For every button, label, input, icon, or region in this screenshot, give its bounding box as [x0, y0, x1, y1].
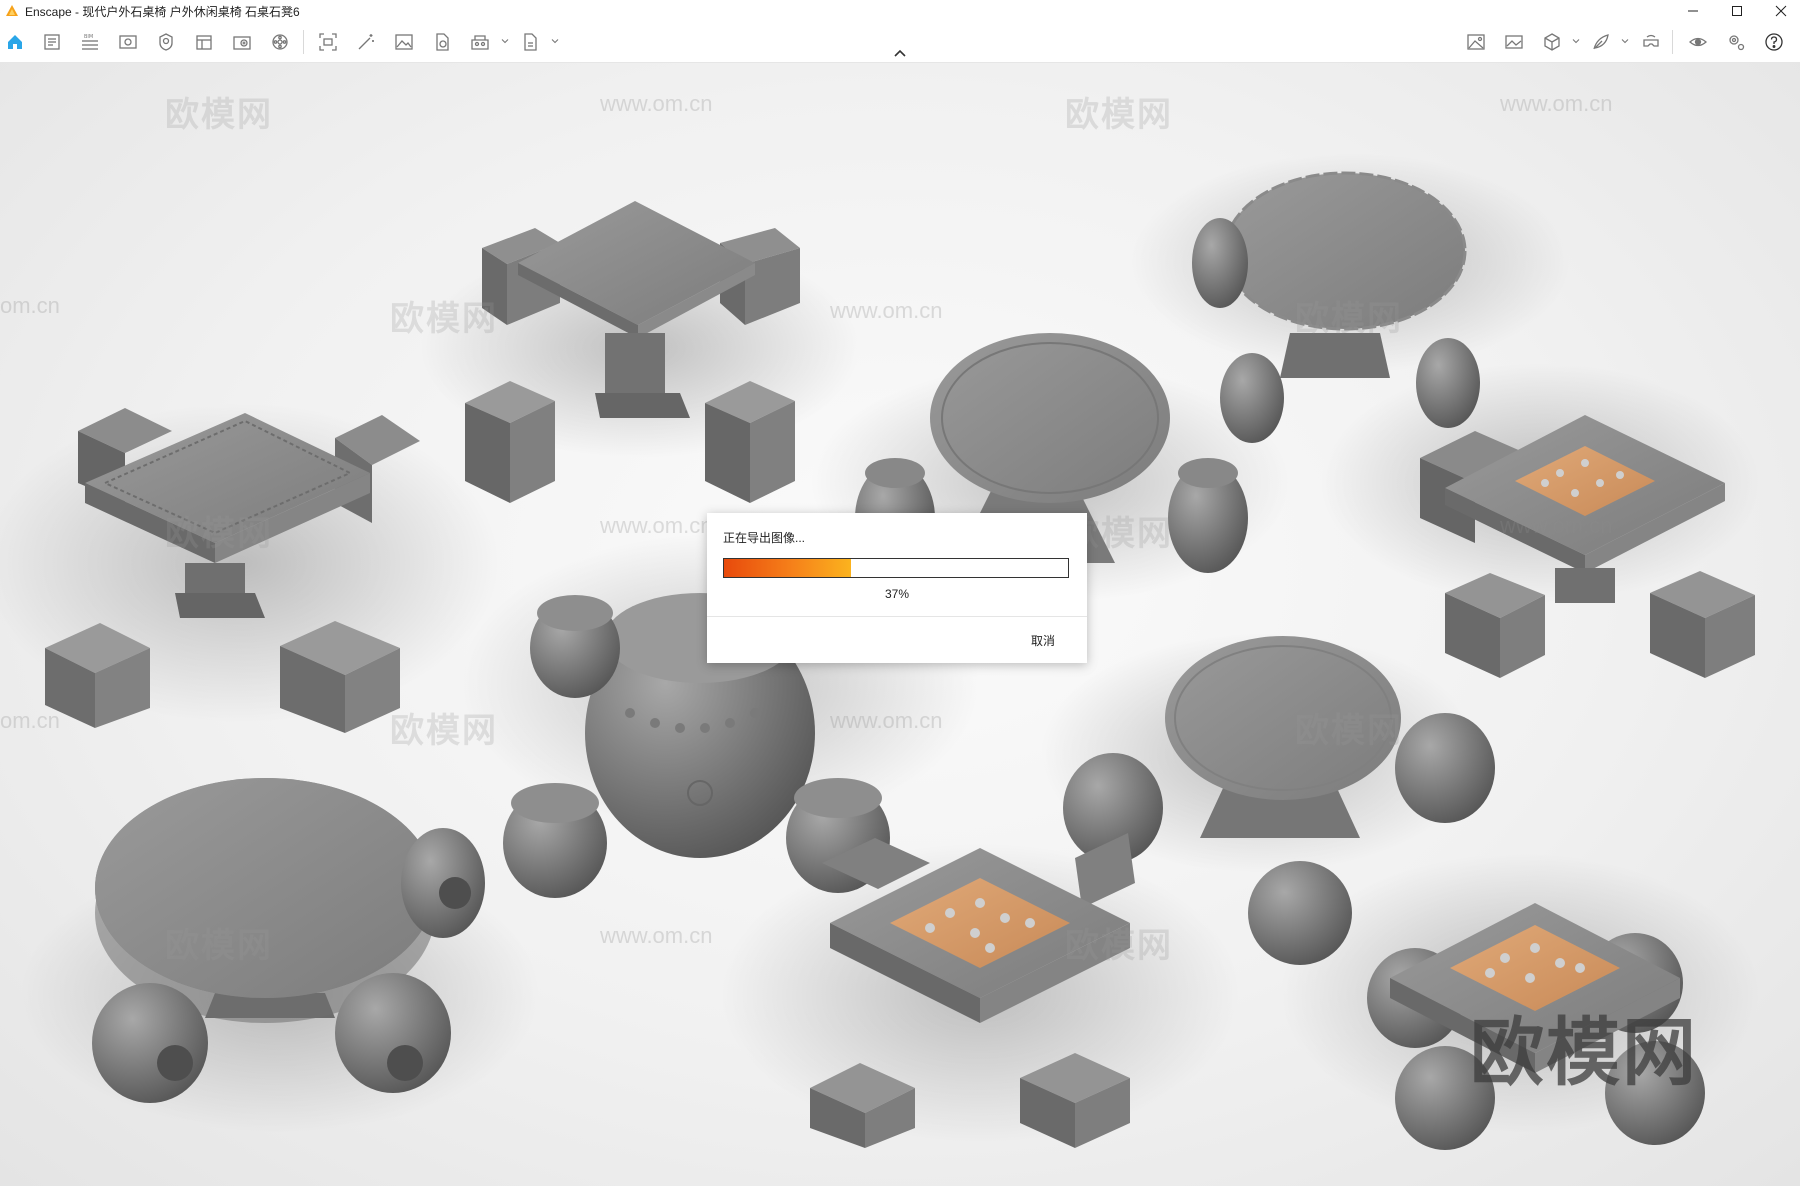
bim-icon[interactable]: BIM	[79, 31, 101, 53]
feather-icon[interactable]	[1590, 31, 1612, 53]
close-icon	[1775, 5, 1787, 17]
batch-render-icon[interactable]	[469, 31, 491, 53]
collapse-toolbar-chevron-icon[interactable]	[892, 47, 908, 59]
drum-stool	[1248, 861, 1352, 965]
export-progress-dialog: 正在导出图像... 37% 取消	[707, 513, 1087, 663]
cancel-button[interactable]: 取消	[1017, 631, 1069, 651]
drum-stool	[1168, 458, 1248, 573]
chevron-down-icon[interactable]	[551, 37, 559, 45]
image-export-icon[interactable]	[393, 31, 415, 53]
chevron-down-icon[interactable]	[1572, 37, 1580, 45]
stone-stool	[1650, 571, 1755, 678]
chevron-down-icon[interactable]	[501, 37, 509, 45]
stone-stool	[465, 381, 555, 503]
maximize-icon	[1732, 6, 1742, 16]
dialog-divider	[707, 616, 1087, 617]
help-icon[interactable]	[1763, 31, 1785, 53]
visibility-icon[interactable]	[1687, 31, 1709, 53]
magic-wand-icon[interactable]	[355, 31, 377, 53]
drum-stool	[530, 595, 620, 698]
minimize-button[interactable]	[1670, 0, 1716, 22]
asset-library-icon[interactable]	[193, 31, 215, 53]
project-icon[interactable]	[41, 31, 63, 53]
document-icon[interactable]	[519, 31, 541, 53]
progress-bar	[723, 558, 1069, 578]
export-status-text: 正在导出图像...	[723, 531, 806, 545]
title-bar: Enscape - 现代户外石桌椅 户外休闲桌椅 石桌石凳6	[0, 0, 1800, 22]
screenshot-icon[interactable]	[317, 31, 339, 53]
progress-bar-fill	[724, 559, 851, 577]
gallery-icon[interactable]	[1503, 31, 1525, 53]
toolbar-separator	[1672, 30, 1673, 54]
window-title: Enscape - 现代户外石桌椅 户外休闲桌椅 石桌石凳6	[25, 4, 300, 19]
add-asset-icon[interactable]	[231, 31, 253, 53]
view-icon[interactable]	[117, 31, 139, 53]
file-export-icon[interactable]	[431, 31, 453, 53]
progress-percent: 37%	[884, 587, 910, 601]
sun-icon[interactable]	[155, 31, 177, 53]
cube-view-icon[interactable]	[1541, 31, 1563, 53]
material-icon[interactable]	[269, 31, 291, 53]
enscape-logo-icon	[6, 5, 18, 16]
maximize-button[interactable]	[1714, 0, 1760, 22]
svg-text:BIM: BIM	[84, 34, 93, 40]
chevron-down-icon[interactable]	[1621, 37, 1629, 45]
home-icon[interactable]	[4, 31, 26, 53]
toolbar-separator	[303, 30, 304, 54]
watermark-brand-large: 欧模网	[1470, 1010, 1698, 1096]
settings-icon[interactable]	[1725, 31, 1747, 53]
vr-icon[interactable]	[1640, 31, 1662, 53]
image-compare-icon[interactable]	[1465, 31, 1487, 53]
drum-stool	[503, 783, 607, 898]
close-button[interactable]	[1758, 0, 1800, 22]
drum-stool	[1395, 713, 1495, 823]
stone-stool	[705, 381, 795, 503]
minimize-icon	[1688, 10, 1698, 12]
